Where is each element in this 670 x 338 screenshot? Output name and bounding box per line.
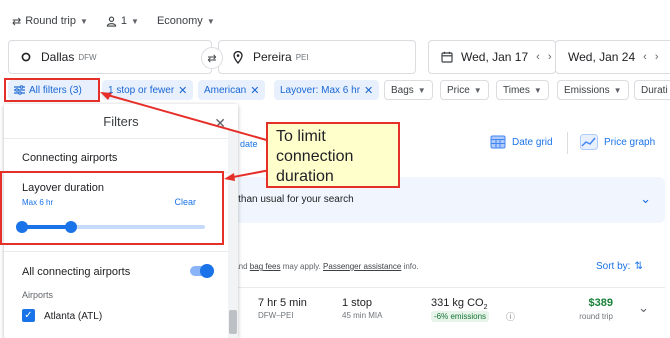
chevron-left-icon[interactable]: ‹ (536, 51, 540, 63)
sort-by-button[interactable]: Sort by: ⇅ (596, 261, 643, 272)
airport-item-label: Atlanta (ATL) (44, 311, 103, 322)
divider (4, 138, 238, 139)
checkbox-checked[interactable]: ✓ (22, 309, 35, 322)
price-note: round trip (579, 312, 613, 321)
price-graph-button[interactable]: Price graph (580, 134, 655, 150)
origin-city: Dallas (41, 50, 75, 64)
divider (4, 251, 238, 252)
layover-chip-label: Layover: Max 6 hr (280, 84, 361, 96)
bag-fees-link[interactable]: bag fees (250, 262, 281, 271)
date-grid-icon (490, 135, 506, 149)
panel-scrollbar[interactable] (228, 130, 238, 338)
chevron-down-icon: ▼ (79, 16, 88, 26)
date-grid-label: Date grid (512, 136, 553, 148)
layover-chip[interactable]: Layover: Max 6 hr ✕ (274, 80, 380, 100)
chevron-right-icon[interactable]: › (655, 51, 659, 63)
connecting-airports-heading: Connecting airports (22, 152, 118, 164)
fees-middle: may apply. (280, 262, 324, 271)
flight-price: $389 (588, 297, 613, 309)
chevron-right-icon[interactable]: › (548, 51, 552, 63)
destination-city: Pereira (253, 50, 292, 64)
bags-chip-label: Bags (391, 84, 414, 96)
passenger-assistance-link[interactable]: Passenger assistance (323, 262, 401, 271)
duration-chip[interactable]: Durati (634, 80, 670, 100)
airline-chip-label: American (204, 84, 247, 96)
person-icon (106, 16, 117, 27)
flight-result-row[interactable]: 7 hr 5 min DFW–PEI 1 stop 45 min MIA 331… (228, 287, 665, 338)
origin-code: DFW (78, 52, 97, 62)
destination-code: PEI (295, 52, 309, 62)
info-icon[interactable]: ⓘ (506, 310, 515, 323)
toggle-knob (200, 264, 214, 278)
fees-suffix: info. (401, 262, 419, 271)
passengers-count: 1 (120, 15, 128, 27)
filters-panel-title: Filters (103, 114, 139, 129)
cabin-select[interactable]: Economy ▼ (157, 15, 215, 27)
chevron-down-icon: ▼ (206, 16, 215, 26)
chevron-down-icon[interactable]: ⌄ (640, 191, 651, 207)
emissions-chip[interactable]: Emissions ▼ (557, 80, 629, 100)
price-chip-label: Price (447, 84, 470, 96)
return-date-field[interactable]: Wed, Jan 24 ‹ › (555, 40, 670, 74)
price-graph-label: Price graph (604, 136, 656, 148)
date-grid-button[interactable]: Date grid (490, 135, 553, 149)
price-graph-icon (580, 134, 598, 150)
chevron-down-icon: ▼ (417, 85, 426, 95)
bags-chip[interactable]: Bags ▼ (384, 80, 433, 100)
fees-notice: s and bag fees may apply. Passenger assi… (228, 262, 419, 271)
emissions-chip-label: Emissions (564, 84, 610, 96)
return-date: Wed, Jan 24 (568, 50, 636, 64)
close-icon[interactable]: ✕ (250, 84, 259, 97)
swap-icon: ⇄ (207, 52, 217, 65)
banner-text: r than usual for your search (232, 194, 354, 205)
duration-chip-label: Durati (641, 84, 668, 96)
all-connecting-toggle[interactable] (190, 264, 214, 278)
calendar-icon (441, 51, 453, 63)
origin-field[interactable]: Dallas DFW (8, 40, 212, 74)
depart-date-field[interactable]: Wed, Jan 17 ‹ › (428, 40, 556, 74)
passengers-select[interactable]: 1 ▼ (106, 15, 139, 27)
airline-chip[interactable]: American ✕ (198, 80, 266, 100)
flight-co2: 331 kg CO2 (431, 297, 488, 311)
sort-icon: ⇅ (634, 261, 643, 272)
times-chip[interactable]: Times ▼ (496, 80, 549, 100)
destination-field[interactable]: Pereira PEI (218, 40, 416, 74)
trip-type-select[interactable]: ⇄ Round trip ▼ (12, 15, 88, 28)
close-icon[interactable]: ✕ (178, 84, 187, 97)
location-pin-icon (233, 50, 243, 64)
co2-value: 331 kg CO (431, 297, 484, 309)
chevron-down-icon: ▼ (473, 85, 482, 95)
chevron-down-icon: ▼ (131, 16, 139, 26)
annotation-callout: To limit connection duration (266, 122, 400, 188)
flight-stops: 1 stop (342, 297, 372, 309)
flight-route: DFW–PEI (258, 311, 294, 320)
price-chip[interactable]: Price ▼ (440, 80, 489, 100)
flight-duration: 7 hr 5 min (258, 297, 307, 309)
close-icon[interactable]: ✕ (364, 84, 373, 97)
chevron-left-icon[interactable]: ‹ (643, 51, 647, 63)
all-connecting-airports-label: All connecting airports (22, 266, 131, 278)
trip-type-label: Round trip (25, 15, 76, 27)
swap-arrows-icon: ⇄ (12, 15, 22, 28)
flight-layover: 45 min MIA (342, 311, 383, 320)
panel-scrollbar-thumb[interactable] (229, 310, 237, 334)
trip-options-bar: ⇄ Round trip ▼ 1 ▼ Economy ▼ (12, 12, 215, 30)
divider (567, 132, 568, 154)
chevron-down-icon: ▼ (533, 85, 542, 95)
depart-date: Wed, Jan 17 (461, 50, 529, 64)
airports-label: Airports (22, 290, 54, 300)
times-chip-label: Times (503, 84, 530, 96)
sort-by-label: Sort by: (596, 261, 631, 272)
chevron-down-icon: ▼ (613, 85, 622, 95)
swap-locations-button[interactable]: ⇄ (201, 47, 223, 69)
origin-circle-icon (21, 52, 31, 62)
emissions-badge: -6% emissions (431, 311, 490, 322)
stops-chip[interactable]: 1 stop or fewer ✕ (102, 80, 194, 100)
stops-chip-label: 1 stop or fewer (108, 84, 175, 96)
expand-chevron-icon[interactable]: ⌄ (638, 300, 649, 316)
annotation-box-all-filters (4, 78, 100, 102)
close-icon[interactable]: ✕ (214, 115, 226, 132)
cabin-label: Economy (156, 15, 203, 27)
annotation-box-layover (0, 171, 224, 245)
